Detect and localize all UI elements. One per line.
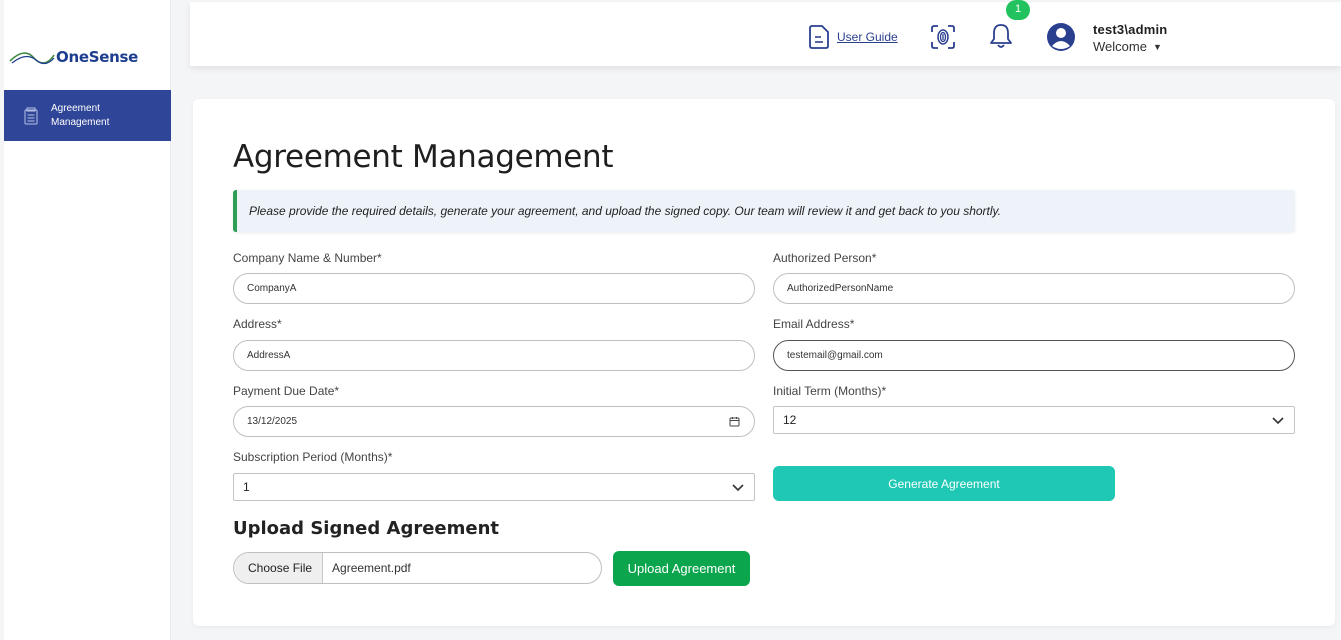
logo-text: OneSense: [56, 48, 138, 66]
choose-file-button[interactable]: Choose File: [234, 553, 324, 583]
company-label: Company Name & Number*: [233, 251, 382, 265]
initial-term-label: Initial Term (Months)*: [773, 384, 887, 398]
calendar-icon[interactable]: [729, 416, 740, 427]
avatar-icon[interactable]: [1046, 22, 1076, 52]
user-guide-link[interactable]: User Guide: [807, 24, 898, 50]
subscription-label: Subscription Period (Months)*: [233, 450, 393, 464]
bell-icon[interactable]: [988, 22, 1014, 50]
agreement-card: Agreement Management Please provide the …: [193, 99, 1335, 626]
chevron-down-icon: [732, 484, 744, 492]
generate-agreement-button[interactable]: Generate Agreement: [773, 466, 1115, 501]
upload-section-title: Upload Signed Agreement: [233, 518, 500, 539]
initial-term-value: 12: [783, 413, 797, 427]
notification-badge: 1: [1006, 0, 1030, 20]
top-header: User Guide 1 test3\admin Welcome ▼: [190, 0, 1341, 66]
company-input[interactable]: CompanyA: [233, 273, 755, 304]
username: test3\admin: [1093, 22, 1168, 37]
chevron-down-icon: [1272, 417, 1284, 425]
user-menu[interactable]: test3\admin Welcome ▼: [1093, 22, 1167, 54]
address-input[interactable]: AddressA: [233, 340, 755, 371]
payment-due-value: 13/12/2025: [247, 416, 298, 427]
user-guide-icon: [809, 25, 829, 49]
authorized-person-input[interactable]: AuthorizedPersonName: [773, 273, 1295, 304]
initial-term-select[interactable]: 12: [773, 406, 1295, 434]
subscription-value: 1: [243, 480, 250, 494]
file-input[interactable]: Choose File Agreement.pdf: [233, 552, 602, 584]
address-label: Address*: [233, 317, 282, 331]
payment-due-label: Payment Due Date*: [233, 384, 340, 398]
email-input[interactable]: testemail@gmail.com: [773, 340, 1295, 371]
sidebar-item-label: Agreement Management: [51, 102, 110, 128]
welcome-label: Welcome: [1093, 39, 1147, 54]
selected-file-name: Agreement.pdf: [332, 561, 411, 575]
notice-text: Please provide the required details, gen…: [249, 204, 1001, 218]
page-title: Agreement Management: [233, 139, 614, 175]
user-guide-label: User Guide: [837, 30, 898, 44]
authorized-person-label: Authorized Person*: [773, 251, 877, 265]
info-notice: Please provide the required details, gen…: [233, 190, 1295, 232]
fingerprint-icon[interactable]: [930, 24, 956, 50]
upload-agreement-button[interactable]: Upload Agreement: [613, 551, 750, 586]
chevron-down-icon: ▼: [1152, 41, 1162, 52]
sidebar-item-agreement-management[interactable]: Agreement Management: [4, 90, 171, 141]
welcome-dropdown[interactable]: Welcome ▼: [1093, 39, 1167, 54]
sidebar: OneSense Agreement Management: [4, 0, 171, 640]
document-stack-icon: [24, 107, 38, 124]
onesense-logo[interactable]: OneSense: [8, 40, 168, 74]
subscription-select[interactable]: 1: [233, 473, 755, 501]
email-label: Email Address*: [773, 317, 855, 331]
payment-due-date-input[interactable]: 13/12/2025: [233, 406, 755, 437]
wave-logo-icon: [9, 52, 55, 65]
